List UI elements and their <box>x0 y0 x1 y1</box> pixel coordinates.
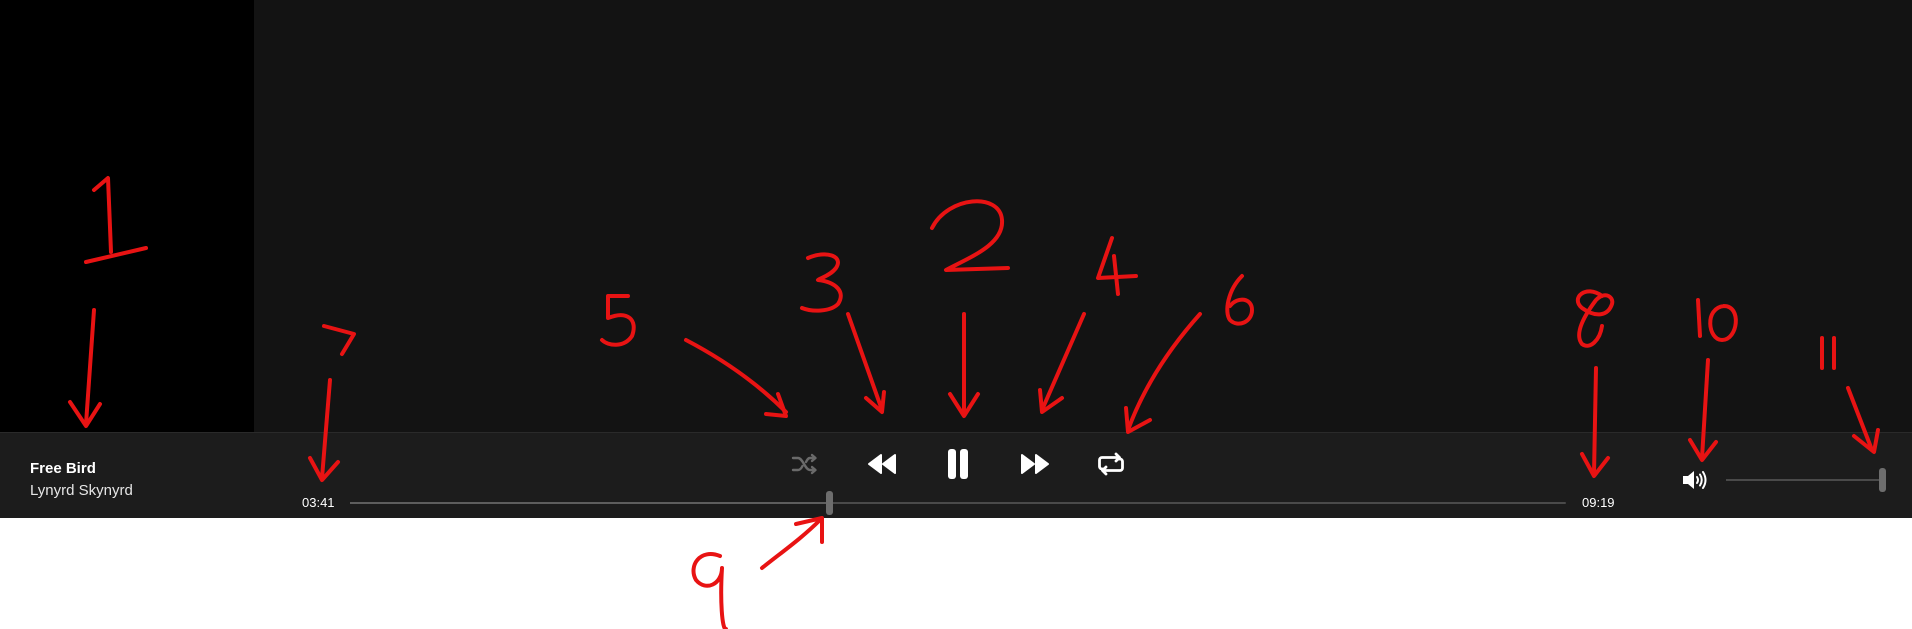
callout-9 <box>691 516 824 629</box>
app-content-area <box>0 0 1912 432</box>
shuffle-icon <box>791 453 817 475</box>
sidebar <box>0 0 254 432</box>
track-artist[interactable]: Lynyrd Skynyrd <box>30 482 133 499</box>
current-time: 03:41 <box>302 495 335 510</box>
shuffle-button[interactable] <box>785 445 825 483</box>
repeat-icon <box>1098 452 1124 476</box>
player-bar: Free Bird Lynyrd Skynyrd 03:41 09:19 <box>0 432 1912 518</box>
volume-slider[interactable] <box>1726 468 1886 492</box>
volume-icon <box>1683 471 1707 489</box>
seek-bar-thumb[interactable] <box>826 491 834 515</box>
seek-bar[interactable] <box>350 491 1566 515</box>
fast-forward-icon <box>1021 454 1049 474</box>
total-time: 09:19 <box>1582 495 1615 510</box>
rewind-icon <box>868 454 896 474</box>
repeat-button[interactable] <box>1091 445 1131 483</box>
next-button[interactable] <box>1015 445 1055 483</box>
seek-bar-fill <box>350 502 830 504</box>
pause-icon <box>948 449 968 479</box>
pause-button[interactable] <box>938 445 978 483</box>
previous-button[interactable] <box>862 445 902 483</box>
track-title[interactable]: Free Bird <box>30 460 96 477</box>
volume-button[interactable] <box>1680 468 1708 492</box>
volume-slider-thumb[interactable] <box>1879 468 1886 492</box>
